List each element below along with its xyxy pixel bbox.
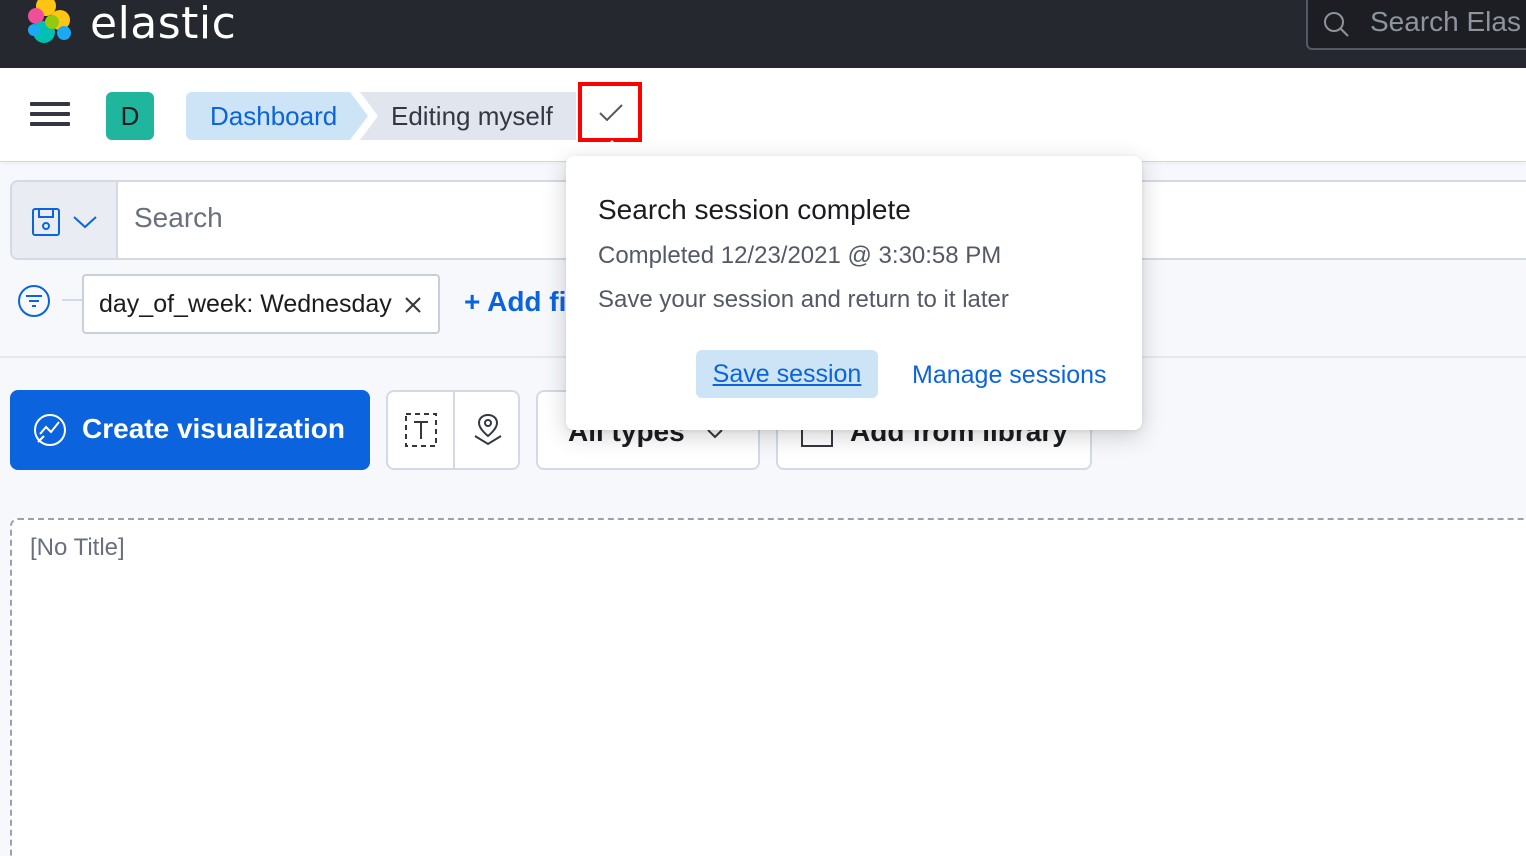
search-session-popover: Search session complete Completed 12/23/… — [566, 156, 1142, 430]
search-icon — [1324, 12, 1349, 37]
save-session-button[interactable]: Save session — [696, 350, 878, 398]
filter-connector — [62, 299, 82, 301]
query-search-input[interactable]: Search — [134, 202, 223, 234]
manage-sessions-link[interactable]: Manage sessions — [912, 361, 1107, 390]
popover-title: Search session complete — [598, 194, 911, 225]
breadcrumb-current: Editing myself — [360, 92, 576, 140]
chevron-down-icon — [73, 216, 97, 229]
map-icon — [474, 413, 502, 446]
add-text-button[interactable] — [388, 392, 453, 468]
close-icon[interactable] — [402, 294, 424, 316]
popover-arrow — [596, 140, 628, 156]
panel-title: [No Title] — [30, 534, 125, 561]
dashboard-panel[interactable]: [No Title] — [10, 518, 1526, 856]
saved-query-menu-button[interactable] — [12, 182, 118, 258]
breadcrumb-bar: D Dashboard Editing myself — [0, 68, 1526, 162]
top-header: elastic Search Elas — [0, 0, 1526, 68]
check-icon — [599, 104, 623, 122]
add-filter-button[interactable]: + Add fi — [464, 286, 566, 318]
quick-add-group — [386, 390, 520, 470]
brand-name: elastic — [90, 0, 237, 49]
save-icon — [32, 208, 60, 236]
filter-icon[interactable] — [17, 284, 51, 318]
menu-icon[interactable] — [30, 102, 70, 128]
search-session-indicator-button[interactable] — [578, 82, 642, 142]
space-avatar[interactable]: D — [106, 92, 154, 140]
popover-completed-time: Completed 12/23/2021 @ 3:30:58 PM — [598, 242, 1002, 269]
text-icon — [405, 413, 437, 447]
elastic-logo-icon[interactable] — [24, 0, 76, 46]
global-search-input[interactable]: Search Elas — [1306, 0, 1526, 50]
create-visualization-label: Create visualization — [82, 413, 345, 444]
create-visualization-button[interactable]: Create visualization — [10, 390, 370, 470]
breadcrumb-dashboard[interactable]: Dashboard — [186, 92, 368, 140]
popover-hint: Save your session and return to it later — [598, 286, 1009, 313]
global-search-placeholder: Search Elas — [1370, 6, 1521, 37]
visualize-icon — [34, 414, 66, 446]
filter-pill[interactable]: day_of_week: Wednesday — [82, 274, 440, 334]
filter-label: day_of_week: Wednesday — [99, 290, 392, 318]
add-map-button[interactable] — [455, 392, 520, 468]
